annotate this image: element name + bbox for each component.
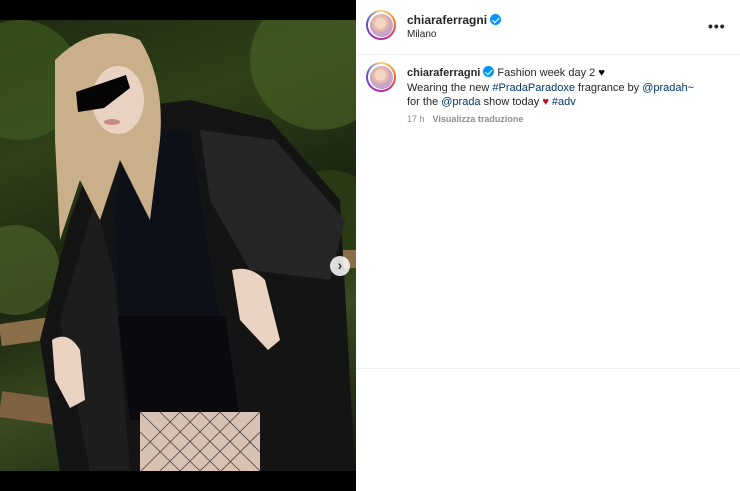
divider (356, 368, 740, 369)
caption-text: show today (480, 96, 543, 108)
caption-text: fragrance by (574, 81, 643, 94)
instagram-post-window: › chiaraferragni Milano ••• chiaraferrag… (0, 0, 740, 491)
caption-text: Wearing the new (407, 81, 493, 94)
caption-username[interactable]: chiaraferragni (407, 67, 480, 79)
hashtag-link[interactable]: #PradaParadoxe (492, 82, 575, 94)
verified-badge-icon (490, 14, 502, 25)
header-username[interactable]: chiaraferragni (407, 13, 502, 27)
more-options-icon[interactable]: ••• (708, 18, 726, 34)
caption-text: Fashion week day 2 (494, 67, 599, 79)
location-link[interactable]: Milano (407, 29, 436, 40)
profile-picture (369, 13, 393, 37)
mention-link[interactable]: @prada (441, 96, 480, 108)
caption-line-2: Wearing the new #PradaParadoxe fragrance… (407, 81, 727, 96)
hashtag-link[interactable]: #adv (552, 96, 576, 108)
caption-line-3: for the @prada show today ♥ #adv (407, 95, 727, 110)
red-heart-icon: ♥ (542, 96, 549, 108)
see-translation-button[interactable]: Visualizza traduzione (433, 114, 524, 124)
post-details-panel: chiaraferragni Milano ••• chiaraferragni… (356, 0, 740, 491)
verified-badge-icon (483, 66, 495, 77)
timestamp[interactable]: 17 h (407, 114, 425, 124)
profile-picture (369, 65, 393, 89)
username-text: chiaraferragni (407, 13, 488, 27)
chevron-right-icon: › (337, 257, 343, 273)
black-heart-icon: ♥ (598, 67, 605, 79)
carousel-next-button[interactable]: › (330, 256, 350, 276)
photo-illustration (0, 20, 356, 471)
caption-meta: 17 h Visualizza traduzione (407, 114, 523, 124)
mention-link[interactable]: @pradah~ (642, 82, 694, 94)
caption-line-1: chiaraferragni Fashion week day 2 ♥ (407, 66, 727, 81)
avatar[interactable] (366, 10, 396, 40)
post-caption: chiaraferragni Fashion week day 2 ♥ Wear… (407, 66, 727, 110)
caption-avatar[interactable] (366, 62, 396, 92)
caption-text: for the (407, 96, 442, 108)
post-photo[interactable]: › (0, 20, 356, 471)
post-header: chiaraferragni Milano ••• (356, 0, 740, 55)
